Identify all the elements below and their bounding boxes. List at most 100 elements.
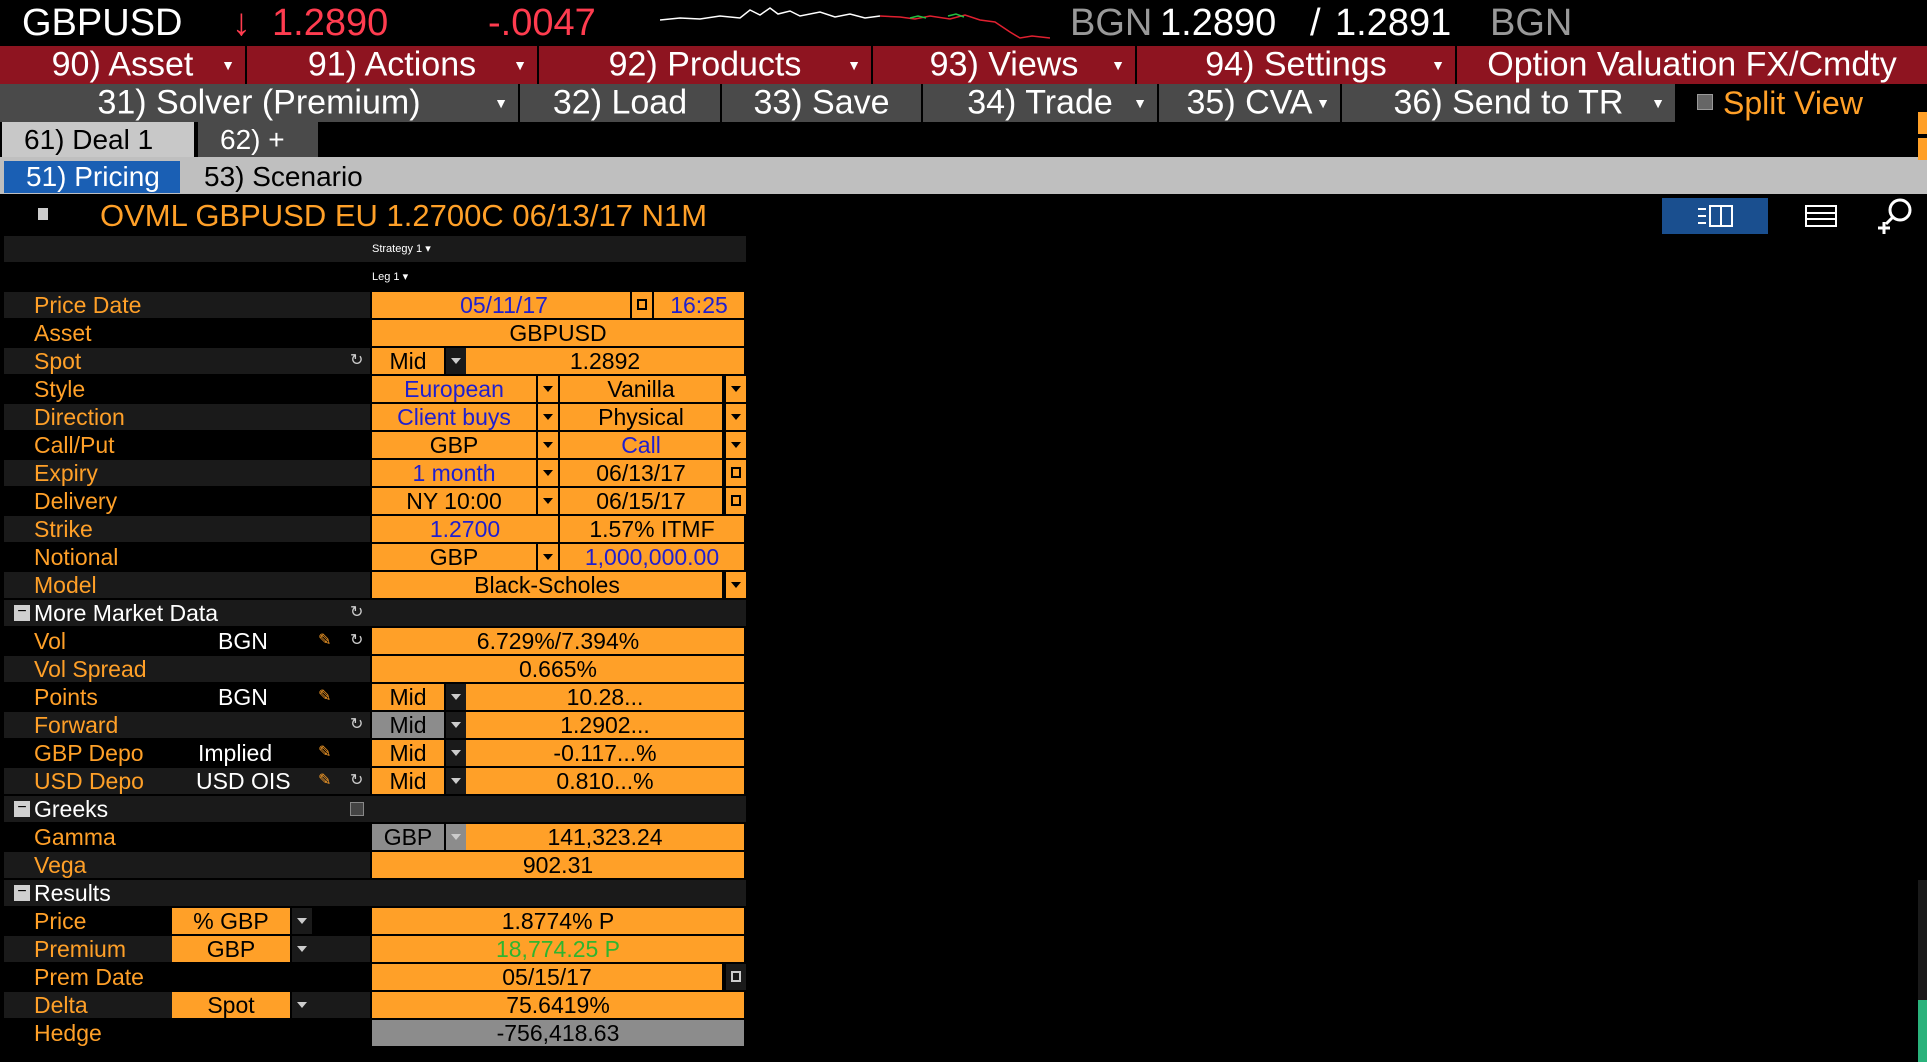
chevron-down-icon[interactable] bbox=[290, 936, 312, 962]
solver-button[interactable]: 31) Solver (Premium) ▼ bbox=[0, 84, 520, 122]
calendar-icon[interactable] bbox=[724, 460, 746, 486]
calendar-icon[interactable] bbox=[724, 488, 746, 514]
chevron-down-icon[interactable] bbox=[724, 432, 746, 458]
premium-field[interactable]: 18,774.25 P bbox=[372, 936, 746, 962]
chevron-down-icon[interactable] bbox=[536, 376, 558, 402]
columns-view-button[interactable] bbox=[1662, 198, 1768, 234]
delta-unit-select[interactable]: Spot bbox=[172, 992, 292, 1018]
rows-view-button[interactable] bbox=[1772, 198, 1868, 234]
chevron-down-icon[interactable] bbox=[444, 824, 466, 850]
chevron-down-icon[interactable] bbox=[444, 712, 466, 738]
pencil-icon[interactable]: ✎ bbox=[318, 628, 331, 654]
pencil-icon[interactable]: ✎ bbox=[318, 740, 331, 766]
chevron-down-icon[interactable] bbox=[290, 992, 312, 1018]
cva-button[interactable]: 35) CVA ▼ bbox=[1159, 84, 1342, 122]
chevron-down-icon[interactable] bbox=[724, 572, 746, 598]
notional-ccy-select[interactable]: GBP bbox=[372, 544, 538, 570]
chevron-down-icon[interactable] bbox=[724, 376, 746, 402]
price-unit-select[interactable]: % GBP bbox=[172, 908, 292, 934]
send-to-tr-button[interactable]: 36) Send to TR ▼ bbox=[1342, 84, 1677, 122]
strategy-selector[interactable]: Strategy 1 ▾ bbox=[372, 238, 431, 260]
direction-select[interactable]: Client buys bbox=[372, 404, 538, 430]
zoom-search-button[interactable] bbox=[1876, 196, 1916, 236]
spot-side-select[interactable]: Mid bbox=[372, 348, 446, 374]
style-type-select[interactable]: Vanilla bbox=[560, 376, 724, 402]
tab-scenario[interactable]: 53) Scenario bbox=[182, 161, 402, 193]
gamma-ccy-select[interactable]: GBP bbox=[372, 824, 446, 850]
chevron-down-icon[interactable] bbox=[444, 768, 466, 794]
points-side-select[interactable]: Mid bbox=[372, 684, 446, 710]
delivery-cut-select[interactable]: NY 10:00 bbox=[372, 488, 538, 514]
ticker-symbol[interactable]: GBPUSD bbox=[22, 0, 182, 46]
price-result-field[interactable]: 1.8774% P bbox=[372, 908, 746, 934]
forward-field[interactable]: 1.2902... bbox=[466, 712, 746, 738]
chevron-down-icon[interactable] bbox=[536, 544, 558, 570]
section-header-results[interactable]: − Results bbox=[4, 880, 746, 906]
asset-menu[interactable]: 90) Asset ▼ bbox=[0, 46, 247, 84]
strike-field[interactable]: 1.2700 bbox=[372, 516, 560, 542]
premium-unit-select[interactable]: GBP bbox=[172, 936, 292, 962]
refresh-icon[interactable]: ↻ bbox=[350, 768, 363, 794]
callput-select[interactable]: Call bbox=[560, 432, 724, 458]
forward-side-select[interactable]: Mid bbox=[372, 712, 446, 738]
refresh-icon[interactable]: ↻ bbox=[350, 628, 363, 654]
notional-field[interactable]: 1,000,000.00 bbox=[560, 544, 746, 570]
actions-menu[interactable]: 91) Actions ▼ bbox=[247, 46, 539, 84]
greeks-checkbox[interactable] bbox=[350, 802, 364, 816]
usd-depo-field[interactable]: 0.810...% bbox=[466, 768, 746, 794]
settlement-select[interactable]: Physical bbox=[560, 404, 724, 430]
delta-field[interactable]: 75.6419% bbox=[372, 992, 746, 1018]
gbp-depo-field[interactable]: -0.117...% bbox=[466, 740, 746, 766]
asset-field[interactable]: GBPUSD bbox=[372, 320, 746, 346]
model-select[interactable]: Black-Scholes bbox=[372, 572, 724, 598]
split-view-toggle[interactable]: Split View bbox=[1677, 84, 1927, 122]
chevron-down-icon[interactable] bbox=[536, 404, 558, 430]
tab-pricing[interactable]: 51) Pricing bbox=[4, 161, 180, 193]
settings-menu[interactable]: 94) Settings ▼ bbox=[1137, 46, 1457, 84]
tab-add-deal[interactable]: 62) + bbox=[198, 122, 318, 157]
chevron-down-icon[interactable] bbox=[444, 740, 466, 766]
document-icon[interactable] bbox=[38, 208, 48, 220]
callput-ccy-select[interactable]: GBP bbox=[372, 432, 538, 458]
trade-button[interactable]: 34) Trade ▼ bbox=[923, 84, 1159, 122]
refresh-icon[interactable]: ↻ bbox=[350, 348, 363, 374]
style-exercise-select[interactable]: European bbox=[372, 376, 538, 402]
vega-field[interactable]: 902.31 bbox=[372, 852, 746, 878]
calendar-icon[interactable] bbox=[630, 292, 652, 318]
products-menu[interactable]: 92) Products ▼ bbox=[539, 46, 873, 84]
pencil-icon[interactable]: ✎ bbox=[318, 768, 331, 794]
spot-field[interactable]: 1.2892 bbox=[466, 348, 746, 374]
views-menu[interactable]: 93) Views ▼ bbox=[873, 46, 1137, 84]
chevron-down-icon[interactable] bbox=[536, 460, 558, 486]
price-date-field[interactable]: 05/11/17 bbox=[372, 292, 638, 318]
scrollbar-thumb[interactable] bbox=[1918, 1000, 1927, 1062]
points-field[interactable]: 10.28... bbox=[466, 684, 746, 710]
tab-deal-1[interactable]: 61) Deal 1 bbox=[2, 122, 194, 157]
gbp-depo-side-select[interactable]: Mid bbox=[372, 740, 446, 766]
vol-field[interactable]: 6.729%/7.394% bbox=[372, 628, 746, 654]
calendar-icon[interactable] bbox=[724, 964, 746, 990]
refresh-icon[interactable]: ↻ bbox=[350, 712, 363, 738]
usd-depo-side-select[interactable]: Mid bbox=[372, 768, 446, 794]
hedge-field[interactable]: -756,418.63 bbox=[372, 1020, 746, 1046]
chevron-down-icon[interactable] bbox=[536, 432, 558, 458]
split-view-checkbox[interactable] bbox=[1697, 94, 1713, 110]
price-time-field[interactable]: 16:25 bbox=[654, 292, 746, 318]
section-header-market-data[interactable]: − More Market Data bbox=[4, 600, 746, 626]
expiry-tenor-select[interactable]: 1 month bbox=[372, 460, 538, 486]
load-button[interactable]: 32) Load bbox=[520, 84, 722, 122]
gamma-field[interactable]: 141,323.24 bbox=[466, 824, 746, 850]
leg-selector[interactable]: Leg 1 ▾ bbox=[372, 266, 408, 288]
pencil-icon[interactable]: ✎ bbox=[318, 684, 331, 710]
expiry-date-field[interactable]: 06/13/17 bbox=[560, 460, 724, 486]
delivery-date-field[interactable]: 06/15/17 bbox=[560, 488, 724, 514]
chevron-down-icon[interactable] bbox=[724, 404, 746, 430]
chevron-down-icon[interactable] bbox=[536, 488, 558, 514]
chevron-down-icon[interactable] bbox=[444, 684, 466, 710]
strike-moneyness-field[interactable]: 1.57% ITMF bbox=[560, 516, 746, 542]
save-button[interactable]: 33) Save bbox=[722, 84, 923, 122]
section-header-greeks[interactable]: − Greeks bbox=[4, 796, 746, 822]
chevron-down-icon[interactable] bbox=[444, 348, 466, 374]
refresh-icon[interactable]: ↻ bbox=[350, 600, 363, 626]
chevron-down-icon[interactable] bbox=[290, 908, 312, 934]
